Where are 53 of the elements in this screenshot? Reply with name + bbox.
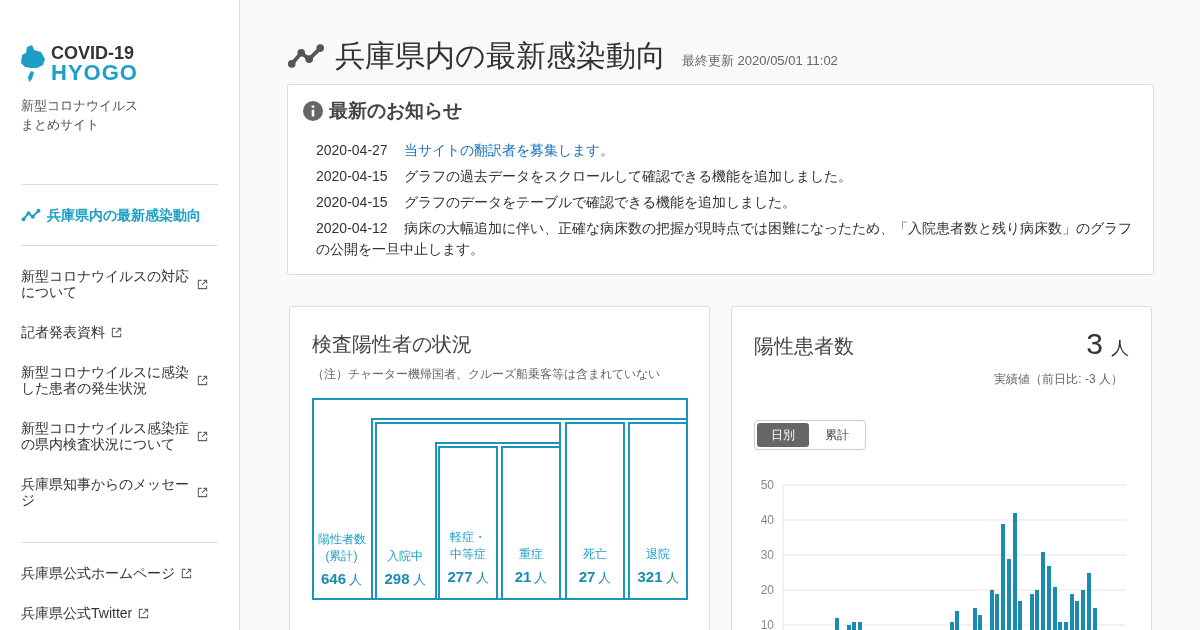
axis-tick-label: 30 [760,547,774,562]
map-icon [21,45,45,83]
note-text: （注）チャーター機帰国者、クルーズ船乗客等は含まれていない [312,365,661,383]
category-label: 陽性者数 (累計) [317,530,366,565]
category-label: 入院中 [387,547,423,565]
site-subtitle: まとめサイト [21,116,100,134]
nav-link[interactable]: 新型コロナウイルス感染症の県内検査状況について [21,420,218,452]
count-value: 646 人 [321,568,362,589]
card-title: 検査陽性者の状況 [312,331,473,357]
toggle-button[interactable]: 日別 [757,422,809,447]
count-value: 321 人 [637,566,679,587]
axis-tick-label: 20 [760,582,774,597]
count-value: 21 人 [514,566,548,587]
category-label: 死亡 [583,545,607,563]
nav-link[interactable]: 記者発表資料 [21,324,218,340]
external-link-icon [197,486,208,498]
info-icon [303,101,323,122]
trend-icon [21,208,41,222]
site-subtitle: 新型コロナウイルス [21,97,139,115]
axis-tick-label: 40 [760,512,774,527]
nav-link[interactable]: 兵庫県公式ホームページ [21,565,218,581]
nav-link[interactable]: 兵庫県公式Twitter [21,605,218,621]
axis-tick-label: 10 [760,617,774,630]
nav-link[interactable]: 兵庫県知事からのメッセージ [21,476,218,508]
headline-count: 3 人 [1086,328,1129,362]
page-title: 兵庫県内の最新感染動向 [335,38,666,74]
notice-date: 2020-04-27 [316,141,388,158]
category-label: 重症 [519,545,543,563]
notice-item: 2020-04-15 グラフのデータをテーブルで確認できる機能を追加しました。 [315,192,796,212]
comparison-text: 実績値（前日比: -3 人） [993,370,1124,388]
external-link-icon [138,607,150,619]
external-link-icon [197,374,208,386]
count-value: 277 人 [447,566,489,587]
external-link-icon [197,278,208,290]
logo-text: HYOGO [51,62,138,84]
nav-link[interactable]: 新型コロナウイルスの対応について [21,268,218,300]
last-updated: 最終更新 2020/05/01 11:02 [682,51,838,70]
logo-text: COVID-19 [51,44,136,62]
card-title: 陽性患者数 [754,333,854,359]
axis-tick-label: 50 [760,477,774,492]
notice-item: 2020-04-12 病床の大幅追加に伴い、正確な病床数の把握が現時点では困難になったため、「入院患者数と残り病床数」のグラフの公開を一旦中止します。 [315,218,1133,259]
external-link-icon [197,430,208,442]
category-label: 軽症・ 中等症 [450,528,486,563]
trend-icon [287,43,325,69]
count-value: 298 人 [384,568,426,589]
notice-link[interactable]: 当サイトの翻訳者を募集します。 [403,141,614,158]
card-title: 最新のお知らせ [329,99,462,123]
external-link-icon [111,326,122,338]
category-label: 退院 [646,545,670,563]
external-link-icon [181,567,192,579]
count-value: 27 人 [578,566,612,587]
nav-link[interactable]: 新型コロナウイルスに感染した患者の発生状況 [21,364,218,396]
notice-item: 2020-04-15 グラフの過去データをスクロールして確認できる機能を追加しました。 [315,166,852,186]
